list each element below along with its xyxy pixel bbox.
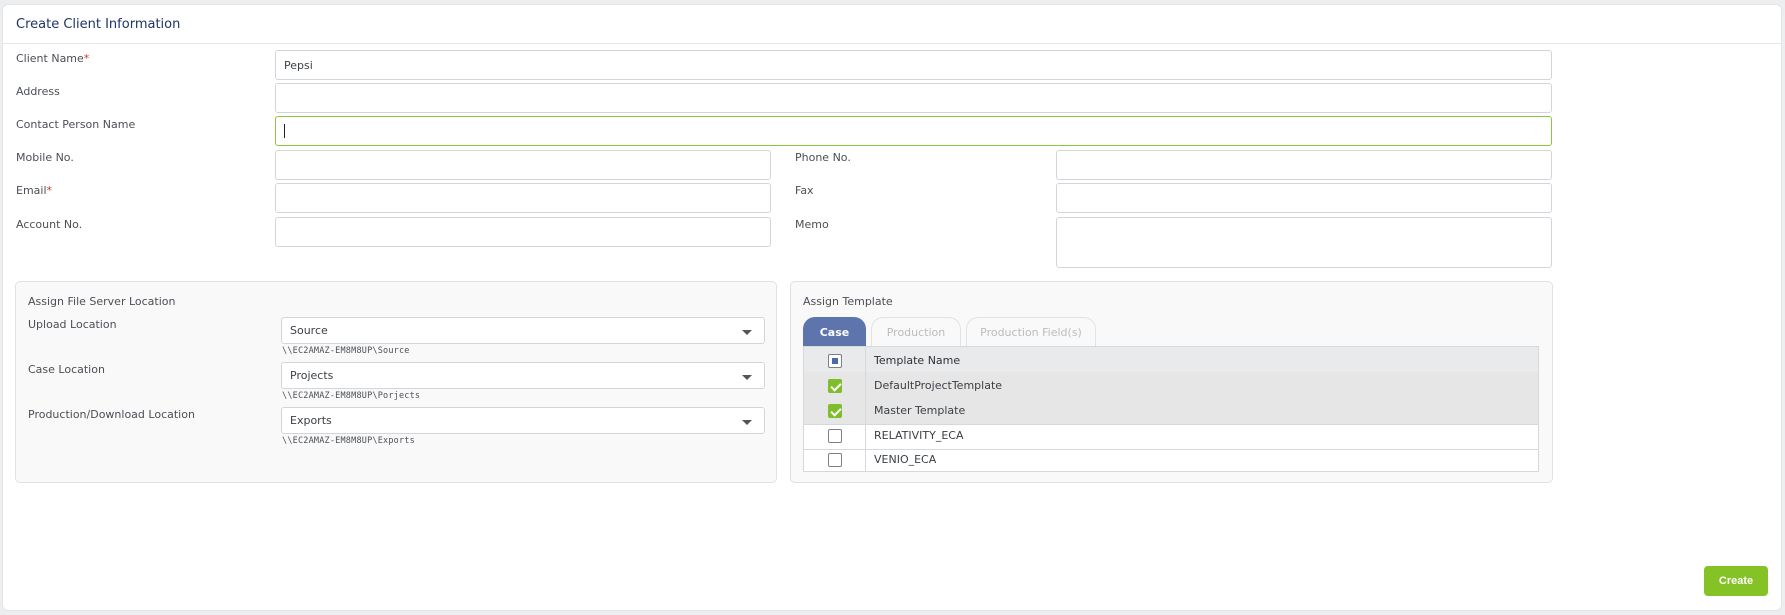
tab-production[interactable]: Production: [871, 317, 961, 347]
account-input[interactable]: [275, 217, 771, 247]
row-check-cell: [804, 397, 866, 424]
row-check-cell: [804, 447, 866, 472]
address-label: Address: [16, 85, 60, 98]
create-button[interactable]: Create: [1704, 566, 1768, 596]
fax-input[interactable]: [1056, 183, 1552, 213]
tab-case[interactable]: Case: [803, 317, 866, 347]
mobile-label: Mobile No.: [16, 151, 74, 164]
client-name-value: Pepsi: [284, 58, 313, 72]
tab-production-fields[interactable]: Production Field(s): [966, 317, 1096, 347]
card-header: Create Client Information: [3, 5, 1781, 44]
table-row[interactable]: Master Template: [804, 397, 1538, 425]
template-name-cell: DefaultProjectTemplate: [874, 379, 1003, 392]
case-location-value: Projects: [290, 369, 334, 382]
email-input[interactable]: [275, 183, 771, 213]
template-name-cell: Master Template: [874, 404, 966, 417]
table-row[interactable]: DefaultProjectTemplate: [804, 372, 1538, 400]
row-checkbox[interactable]: [827, 452, 842, 467]
template-table: Template Name DefaultProjectTemplate Mas…: [803, 346, 1539, 472]
row-checkbox[interactable]: [827, 378, 842, 393]
production-location-path: \\EC2AMAZ-EM8M8UP\Exports: [282, 436, 415, 446]
contact-person-label: Contact Person Name: [16, 118, 136, 131]
chevron-down-icon: [742, 420, 752, 425]
file-server-title: Assign File Server Location: [28, 295, 176, 308]
upload-location-label: Upload Location: [28, 318, 117, 331]
email-label: Email*: [16, 184, 53, 197]
select-all-cell: [804, 347, 866, 374]
file-server-panel: Assign File Server Location Upload Locat…: [15, 281, 777, 483]
memo-label: Memo: [795, 218, 829, 231]
select-all-checkbox[interactable]: [827, 353, 842, 368]
row-checkbox[interactable]: [827, 428, 842, 443]
table-row[interactable]: VENIO_ECA: [804, 447, 1538, 472]
column-header-template-name: Template Name: [874, 354, 961, 367]
template-name-cell: VENIO_ECA: [874, 453, 937, 466]
phone-label: Phone No.: [795, 151, 851, 164]
address-input[interactable]: [275, 83, 1552, 113]
contact-person-input[interactable]: [275, 116, 1552, 146]
upload-location-path: \\EC2AMAZ-EM8M8UP\Source: [282, 346, 410, 356]
row-check-cell: [804, 372, 866, 399]
case-location-path: \\EC2AMAZ-EM8M8UP\Porjects: [282, 391, 421, 401]
phone-input[interactable]: [1056, 150, 1552, 180]
template-title: Assign Template: [803, 295, 893, 308]
client-name-input[interactable]: Pepsi: [275, 50, 1552, 80]
chevron-down-icon: [742, 330, 752, 335]
upload-location-value: Source: [290, 324, 328, 337]
case-location-label: Case Location: [28, 363, 105, 376]
production-location-select[interactable]: Exports: [281, 407, 765, 434]
mobile-input[interactable]: [275, 150, 771, 180]
chevron-down-icon: [742, 375, 752, 380]
account-label: Account No.: [16, 218, 83, 231]
create-client-card: Create Client Information Client Name* P…: [2, 4, 1782, 611]
row-checkbox[interactable]: [827, 403, 842, 418]
text-caret: [284, 124, 285, 138]
case-location-select[interactable]: Projects: [281, 362, 765, 389]
template-name-cell: RELATIVITY_ECA: [874, 429, 964, 442]
fax-label: Fax: [795, 184, 814, 197]
production-location-value: Exports: [290, 414, 332, 427]
client-name-label: Client Name*: [16, 52, 90, 65]
template-panel: Assign Template Case Production Producti…: [790, 281, 1553, 483]
row-check-cell: [804, 422, 866, 449]
page-title: Create Client Information: [16, 16, 181, 32]
memo-textarea[interactable]: [1056, 217, 1552, 268]
table-header-row: Template Name: [804, 347, 1538, 375]
upload-location-select[interactable]: Source: [281, 317, 765, 344]
production-location-label: Production/Download Location: [28, 408, 195, 421]
table-row[interactable]: RELATIVITY_ECA: [804, 422, 1538, 450]
